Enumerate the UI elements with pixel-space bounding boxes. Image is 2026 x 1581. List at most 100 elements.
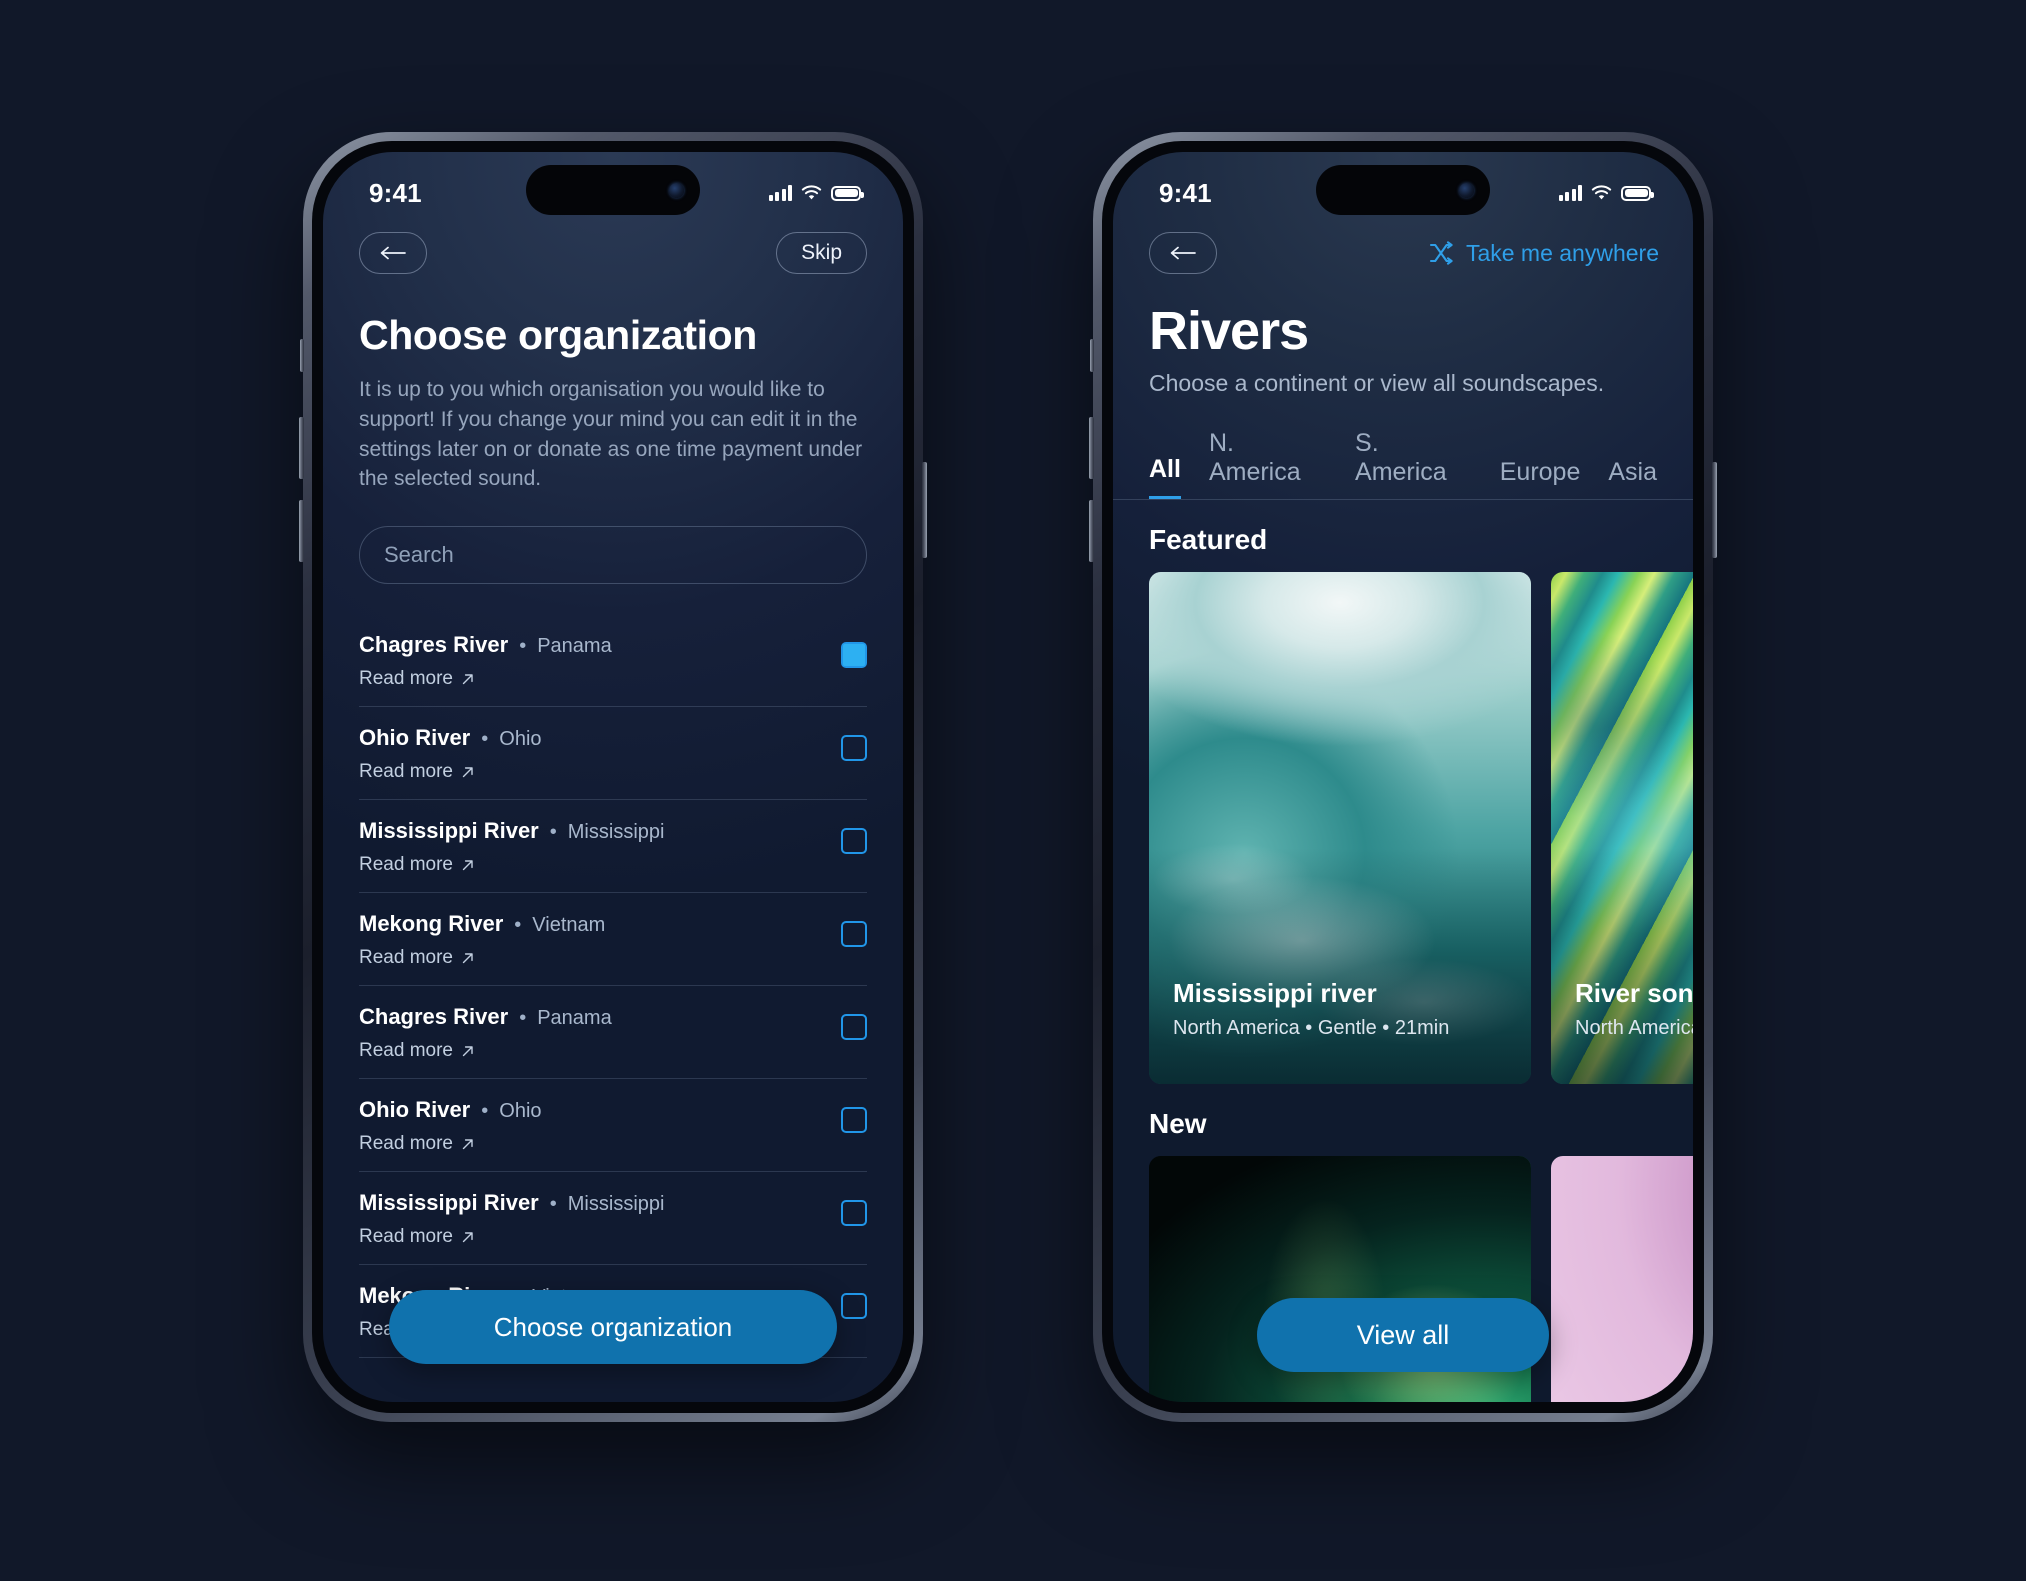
tab-s-america[interactable]: S. America [1355, 429, 1472, 499]
search-input[interactable]: Search [359, 526, 867, 585]
volume-down-button[interactable] [1089, 500, 1094, 562]
featured-card-row[interactable]: Mississippi river North America • Gentle… [1113, 572, 1693, 1084]
wifi-icon [801, 185, 822, 200]
organization-location: Vietnam [532, 914, 606, 937]
read-more-link[interactable]: Read more [359, 1226, 841, 1248]
page-title: Choose organization [359, 312, 757, 358]
organization-checkbox[interactable] [841, 921, 867, 948]
read-more-link[interactable]: Read more [359, 761, 841, 783]
view-all-button[interactable]: View all [1257, 1298, 1549, 1372]
organization-location: Mississippi [567, 821, 665, 844]
external-link-arrow-icon [462, 953, 473, 964]
card-scrim [1149, 848, 1531, 1084]
wifi-icon [1591, 185, 1612, 200]
organization-location: Ohio [499, 728, 542, 751]
organization-title-line: Ohio River • Ohio [359, 725, 841, 751]
organization-name: Ohio River [359, 1097, 471, 1123]
power-button[interactable] [922, 462, 927, 558]
back-button[interactable] [1149, 232, 1217, 274]
organization-checkbox[interactable] [841, 1200, 867, 1227]
organization-name: Chagres River [359, 632, 509, 658]
organization-info: Mekong River • Vietnam Read more [359, 911, 841, 969]
read-more-link[interactable]: Read more [359, 668, 841, 690]
silent-switch[interactable] [1090, 339, 1094, 372]
organization-row[interactable]: Chagres River • Panama Read more [359, 614, 867, 708]
read-more-link[interactable]: Read more [359, 1040, 841, 1062]
phone-bezel-left: 9:41 Skip Choose organization It is up t… [312, 141, 914, 1413]
card-title: Mississippi river [1173, 978, 1377, 1008]
skip-button[interactable]: Skip [776, 232, 867, 274]
read-more-link[interactable]: Read more [359, 1133, 841, 1155]
back-button[interactable] [359, 232, 427, 274]
take-me-anywhere-button[interactable]: Take me anywhere [1428, 240, 1659, 267]
organization-location: Ohio [499, 1100, 542, 1123]
organization-location: Mississippi [567, 1193, 665, 1216]
organization-name: Ohio River [359, 725, 471, 751]
organization-checkbox[interactable] [841, 828, 867, 855]
screen-choose-organization: 9:41 Skip Choose organization It is up t… [323, 152, 903, 1402]
status-icons [1558, 185, 1654, 201]
bullet-separator: • [514, 914, 522, 937]
external-link-arrow-icon [462, 674, 473, 685]
status-bar-left: 9:41 [323, 152, 903, 218]
silent-switch[interactable] [300, 339, 304, 372]
organization-row[interactable]: Mekong River • Vietnam Read more [359, 893, 867, 987]
screenshot-canvas: 9:41 Skip Choose organization It is up t… [0, 0, 2026, 1581]
bullet-separator: • [481, 728, 489, 751]
tab-europe[interactable]: Europe [1500, 458, 1581, 499]
right-nav-bar: Take me anywhere [1113, 218, 1693, 274]
organization-title-line: Chagres River • Panama [359, 632, 841, 658]
left-nav-bar: Skip [323, 218, 903, 274]
organization-checkbox[interactable] [841, 1014, 867, 1041]
organization-row[interactable]: Ohio River • Ohio Read more [359, 1079, 867, 1173]
read-more-link[interactable]: Read more [359, 854, 841, 876]
organization-name: Mississippi River [359, 818, 539, 844]
front-camera-icon [669, 182, 684, 198]
status-icons [768, 185, 864, 201]
arrow-left-icon [1170, 246, 1196, 260]
organization-checkbox[interactable] [841, 1293, 867, 1320]
organization-title-line: Mekong River • Vietnam [359, 911, 841, 937]
bullet-separator: • [519, 635, 527, 658]
organization-checkbox[interactable] [841, 1107, 867, 1134]
organization-name: Chagres River [359, 1004, 509, 1030]
power-button[interactable] [1712, 462, 1717, 558]
card-title: River song [1575, 978, 1693, 1008]
tab-n-america[interactable]: N. America [1209, 429, 1327, 499]
bullet-separator: • [481, 1100, 489, 1123]
organization-checkbox[interactable] [841, 735, 867, 762]
soundscape-card[interactable] [1551, 1156, 1693, 1402]
phone-mockup-right: 9:41 Take me anywhere Rivers Choose a co… [1089, 132, 1717, 1422]
card-artwork-pink [1551, 1156, 1693, 1402]
status-time: 9:41 [369, 177, 422, 208]
page-title: Rivers [1149, 301, 1309, 361]
phone-mockup-left: 9:41 Skip Choose organization It is up t… [299, 132, 927, 1422]
volume-up-button[interactable] [299, 417, 304, 479]
organization-title-line: Ohio River • Ohio [359, 1097, 841, 1123]
choose-organization-button[interactable]: Choose organization [389, 1290, 837, 1364]
card-text: Mississippi river North America • Gentle… [1173, 978, 1515, 1040]
read-more-label: Read more [359, 1226, 453, 1248]
soundscape-card[interactable]: River song North America [1551, 572, 1693, 1084]
organization-info: Ohio River • Ohio Read more [359, 1097, 841, 1155]
tab-all[interactable]: All [1149, 455, 1181, 499]
organization-location: Panama [537, 635, 612, 658]
battery-icon [831, 185, 864, 201]
organization-row[interactable]: Chagres River • Panama Read more [359, 986, 867, 1080]
organization-info: Chagres River • Panama Read more [359, 632, 841, 690]
volume-down-button[interactable] [299, 500, 304, 562]
screen-rivers: 9:41 Take me anywhere Rivers Choose a co… [1113, 152, 1693, 1402]
section-heading-featured: Featured [1149, 524, 1268, 555]
cellular-bars-icon [1558, 185, 1582, 201]
organization-row[interactable]: Mississippi River • Mississippi Read more [359, 1172, 867, 1266]
organization-checkbox[interactable] [841, 642, 867, 669]
organization-name: Mekong River [359, 911, 504, 937]
organization-row[interactable]: Ohio River • Ohio Read more [359, 707, 867, 801]
soundscape-card[interactable]: Mississippi river North America • Gentle… [1149, 572, 1531, 1084]
read-more-link[interactable]: Read more [359, 947, 841, 969]
organization-row[interactable]: Mississippi River • Mississippi Read more [359, 800, 867, 894]
volume-up-button[interactable] [1089, 417, 1094, 479]
tab-asia[interactable]: Asia [1608, 458, 1657, 499]
read-more-label: Read more [359, 854, 453, 876]
battery-icon [1621, 185, 1654, 201]
